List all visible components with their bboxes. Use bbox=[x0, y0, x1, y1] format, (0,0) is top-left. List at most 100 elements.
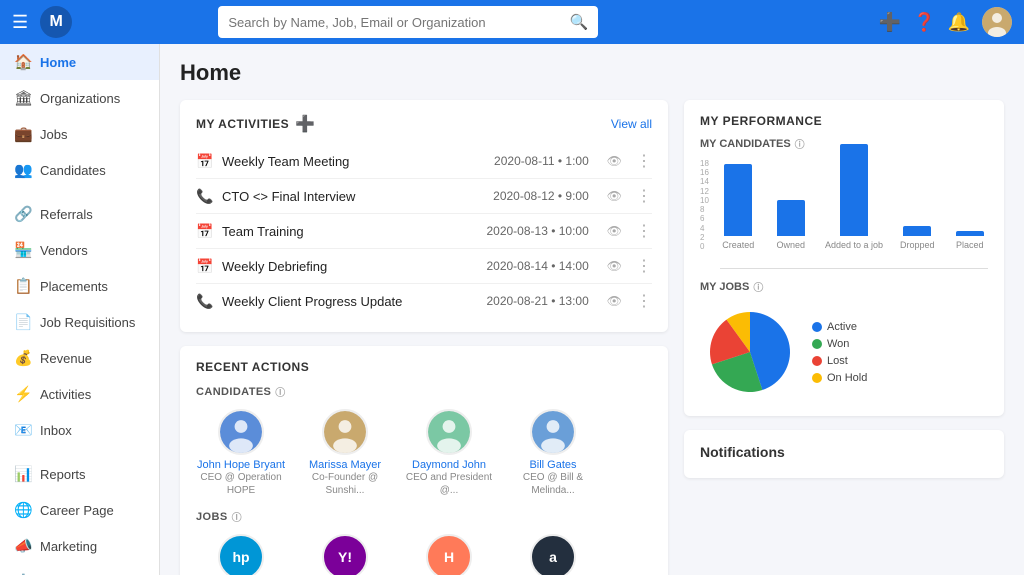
activity-name[interactable]: Weekly Client Progress Update bbox=[222, 294, 476, 309]
sidebar-item-settings[interactable]: ⚙️ Settings bbox=[0, 564, 159, 575]
sidebar-label-jobs: Jobs bbox=[40, 127, 67, 142]
job-item[interactable]: a Animator Amazon bbox=[508, 534, 598, 575]
candidate-sub: CEO @ Operation HOPE bbox=[196, 471, 286, 497]
bar-label: Created bbox=[722, 240, 754, 250]
sidebar-label-vendors: Vendors bbox=[40, 243, 88, 258]
candidate-item[interactable]: Bill Gates CEO @ Bill & Melinda... bbox=[508, 409, 598, 497]
y-axis-label: 18 bbox=[700, 159, 709, 168]
candidate-avatar bbox=[322, 409, 368, 455]
sidebar-label-placements: Placements bbox=[40, 279, 108, 294]
more-options-icon[interactable]: ⋮ bbox=[636, 256, 652, 276]
legend-dot bbox=[812, 339, 822, 349]
search-input[interactable] bbox=[228, 15, 569, 30]
y-axis-label: 12 bbox=[700, 187, 709, 196]
eye-icon[interactable]: 👁 bbox=[607, 224, 622, 238]
avatar[interactable] bbox=[982, 7, 1012, 37]
more-options-icon[interactable]: ⋮ bbox=[636, 151, 652, 171]
layout: 🏠 Home 🏛 Organizations 💼 Jobs 👥 Candidat… bbox=[0, 44, 1024, 575]
sidebar-item-candidates[interactable]: 👥 Candidates bbox=[0, 152, 159, 188]
bar-chart: Created Owned Added to a job Dropped Pla… bbox=[720, 159, 988, 269]
bell-icon[interactable]: 🔔 bbox=[948, 12, 970, 33]
sidebar-item-jobs[interactable]: 💼 Jobs bbox=[0, 116, 159, 152]
sidebar-item-vendors[interactable]: 🏪 Vendors bbox=[0, 232, 159, 268]
candidate-sub: CEO and President @... bbox=[404, 471, 494, 497]
eye-icon[interactable]: 👁 bbox=[607, 259, 622, 273]
sidebar-item-placements[interactable]: 📋 Placements bbox=[0, 268, 159, 304]
sidebar-item-marketing[interactable]: 📣 Marketing bbox=[0, 528, 159, 564]
bar-group: Added to a job bbox=[825, 144, 883, 250]
sidebar-item-activities[interactable]: ⚡ Activities bbox=[0, 376, 159, 412]
sidebar-item-home[interactable]: 🏠 Home bbox=[0, 44, 159, 80]
candidate-sub: Co-Founder @ Sunshi... bbox=[300, 471, 390, 497]
bar bbox=[956, 231, 984, 236]
y-axis-label: 2 bbox=[700, 233, 709, 242]
activity-list: 📅 Weekly Team Meeting 2020-08-11 • 1:00 … bbox=[196, 144, 652, 318]
bar-group: Placed bbox=[952, 231, 988, 250]
y-axis-label: 6 bbox=[700, 214, 709, 223]
activity-name[interactable]: Weekly Debriefing bbox=[222, 259, 476, 274]
view-all-link[interactable]: View all bbox=[611, 117, 652, 131]
app-logo: M bbox=[40, 6, 72, 38]
candidate-name: John Hope Bryant bbox=[197, 459, 285, 471]
candidate-item[interactable]: Daymond John CEO and President @... bbox=[404, 409, 494, 497]
sidebar-item-reports[interactable]: 📊 Reports bbox=[0, 456, 159, 492]
inbox-icon: 📧 bbox=[14, 421, 32, 439]
add-icon[interactable]: ➕ bbox=[879, 12, 901, 33]
sidebar-item-inbox[interactable]: 📧 Inbox bbox=[0, 412, 159, 448]
help-icon[interactable]: ❓ bbox=[913, 12, 935, 33]
job-req-icon: 📄 bbox=[14, 313, 32, 331]
more-options-icon[interactable]: ⋮ bbox=[636, 186, 652, 206]
referrals-icon: 🔗 bbox=[14, 205, 32, 223]
sidebar-label-revenue: Revenue bbox=[40, 351, 92, 366]
hamburger-icon[interactable]: ☰ bbox=[12, 12, 28, 33]
job-item[interactable]: hp Digital Marketing ... Hewlett-Packard bbox=[196, 534, 286, 575]
activity-name[interactable]: Team Training bbox=[222, 224, 476, 239]
activity-name[interactable]: CTO <> Final Interview bbox=[222, 189, 483, 204]
activity-type-icon: 📞 bbox=[196, 293, 212, 310]
sidebar-label-job-req: Job Requisitions bbox=[40, 315, 135, 330]
sidebar-item-organizations[interactable]: 🏛 Organizations bbox=[0, 80, 159, 116]
job-logo: Y! bbox=[322, 534, 368, 575]
candidate-item[interactable]: Marissa Mayer Co-Founder @ Sunshi... bbox=[300, 409, 390, 497]
y-axis-label: 16 bbox=[700, 168, 709, 177]
candidates-subsection: CANDIDATES ⓘ bbox=[196, 384, 652, 399]
sidebar-item-career-page[interactable]: 🌐 Career Page bbox=[0, 492, 159, 528]
more-options-icon[interactable]: ⋮ bbox=[636, 221, 652, 241]
pie-chart bbox=[700, 302, 800, 402]
bar bbox=[777, 200, 805, 236]
bar bbox=[840, 144, 868, 236]
activity-name[interactable]: Weekly Team Meeting bbox=[222, 154, 484, 169]
legend-label: Lost bbox=[827, 355, 848, 367]
activities-header: MY ACTIVITIES ➕ View all bbox=[196, 114, 652, 134]
activity-row: 📞 CTO <> Final Interview 2020-08-12 • 9:… bbox=[196, 179, 652, 214]
eye-icon[interactable]: 👁 bbox=[607, 189, 622, 203]
sidebar-label-activities: Activities bbox=[40, 387, 91, 402]
activity-type-icon: 📅 bbox=[196, 258, 212, 275]
candidates-info-icon: ⓘ bbox=[275, 384, 285, 399]
eye-icon[interactable]: 👁 bbox=[607, 294, 622, 308]
candidate-name: Daymond John bbox=[412, 459, 486, 471]
add-activity-button[interactable]: ➕ bbox=[295, 114, 315, 134]
my-jobs-label: MY JOBS ⓘ bbox=[700, 279, 988, 294]
search-icon: 🔍 bbox=[570, 13, 589, 31]
sidebar-item-referrals[interactable]: 🔗 Referrals bbox=[0, 196, 159, 232]
content-grid: MY ACTIVITIES ➕ View all 📅 Weekly Team M… bbox=[180, 100, 1004, 575]
sidebar-item-revenue[interactable]: 💰 Revenue bbox=[0, 340, 159, 376]
candidate-item[interactable]: John Hope Bryant CEO @ Operation HOPE bbox=[196, 409, 286, 497]
sidebar-label-organizations: Organizations bbox=[40, 91, 120, 106]
jobs-row: hp Digital Marketing ... Hewlett-Packard… bbox=[196, 534, 652, 575]
y-axis-label: 0 bbox=[700, 242, 709, 251]
more-options-icon[interactable]: ⋮ bbox=[636, 291, 652, 311]
eye-icon[interactable]: 👁 bbox=[607, 154, 622, 168]
activity-date: 2020-08-14 • 14:00 bbox=[486, 259, 588, 273]
my-jobs-info-icon: ⓘ bbox=[753, 279, 763, 294]
sidebar-item-job-requisitions[interactable]: 📄 Job Requisitions bbox=[0, 304, 159, 340]
activity-date: 2020-08-21 • 13:00 bbox=[486, 294, 588, 308]
legend-item: Won bbox=[812, 338, 867, 350]
job-item[interactable]: H Chief Executive O... Hubspot bbox=[404, 534, 494, 575]
y-axis: 181614121086420 bbox=[700, 159, 709, 251]
bar-group: Created bbox=[720, 164, 756, 250]
job-logo: hp bbox=[218, 534, 264, 575]
job-item[interactable]: Y! Computer System... Yahoo bbox=[300, 534, 390, 575]
candidate-name: Marissa Mayer bbox=[309, 459, 381, 471]
